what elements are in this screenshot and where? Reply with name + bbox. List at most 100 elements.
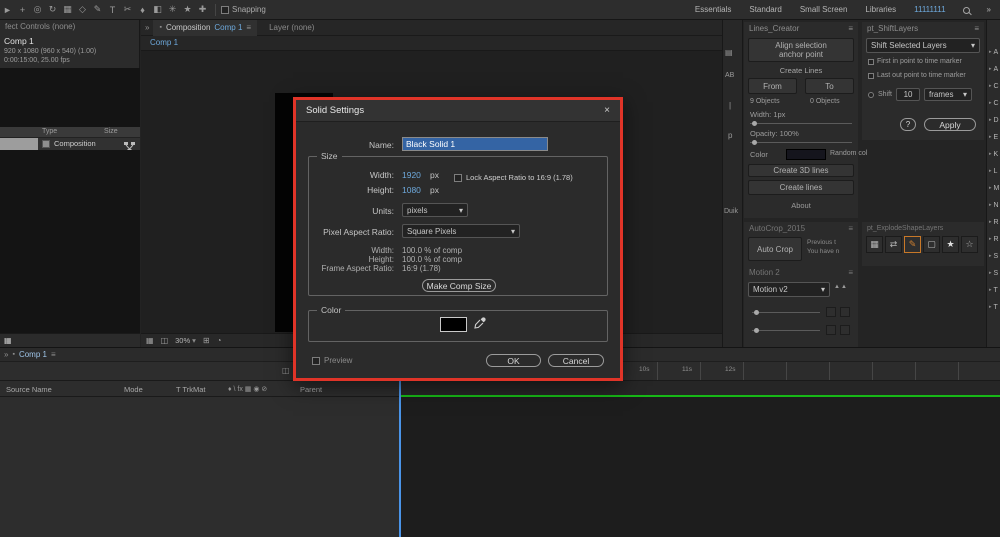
panel-menu-icon[interactable]: ≡ <box>848 224 853 233</box>
workspace-small-screen[interactable]: Small Screen <box>791 5 857 14</box>
mini-button[interactable] <box>840 307 850 317</box>
shift-value-input[interactable]: 10 <box>896 88 921 101</box>
tool-brush-icon[interactable]: ♦ <box>135 2 150 18</box>
rail-tab[interactable]: ▸ S <box>987 269 1000 277</box>
shift-unit-dropdown[interactable]: frames ▾ <box>924 88 973 101</box>
snapshot-icon[interactable]: ◫ <box>161 336 169 345</box>
motion-title[interactable]: Motion 2 <box>749 268 780 277</box>
grid-guides-icon[interactable]: ⊞ <box>203 336 210 345</box>
units-dropdown[interactable]: pixels ▾ <box>402 203 468 217</box>
lines-creator-title[interactable]: Lines_Creator <box>749 24 799 33</box>
playhead-line[interactable] <box>399 374 401 537</box>
motion-slider-2[interactable] <box>752 328 820 333</box>
create-lines-button[interactable]: Create lines <box>748 180 854 195</box>
shift-layers-title[interactable]: pt_ShiftLayers <box>867 24 918 33</box>
from-button[interactable]: From <box>748 78 797 94</box>
effect-controls-comp-name[interactable]: Comp 1 <box>4 36 34 46</box>
tool-roto-brush-icon[interactable]: ✳ <box>165 2 180 18</box>
panel-menu-icon[interactable]: ≡ <box>974 24 979 33</box>
workspace-libraries[interactable]: Libraries <box>856 5 905 14</box>
to-button[interactable]: To <box>805 78 854 94</box>
width-value[interactable]: 1920 <box>402 170 421 180</box>
apply-button[interactable]: Apply <box>924 118 976 131</box>
layer-track-area[interactable] <box>400 397 1000 537</box>
rail-tab[interactable]: ▸ L <box>987 167 1000 175</box>
tool-puppet-icon[interactable]: ✚ <box>195 2 210 18</box>
help-button[interactable]: ? <box>900 118 916 131</box>
dialog-title-bar[interactable]: Solid Settings × <box>296 100 620 122</box>
rail-tab[interactable]: ▸ N <box>987 201 1000 209</box>
column-parent[interactable]: Parent <box>300 385 322 394</box>
shift-mode-dropdown[interactable]: Shift Selected Layers ▾ <box>866 38 980 53</box>
pen-tool-icon[interactable]: ✎ <box>904 236 921 253</box>
star-outline-icon[interactable]: ☆ <box>961 236 978 253</box>
tab-layer[interactable]: Layer (none) <box>257 23 326 32</box>
rail-tab[interactable]: ▸ D <box>987 116 1000 124</box>
first-in-point-option[interactable]: First in point to time marker <box>868 58 962 65</box>
comp-marker-icon[interactable]: ◫ <box>282 366 290 375</box>
explode-layers-icon[interactable]: ▦ <box>866 236 883 253</box>
preview-row[interactable]: Preview <box>312 356 352 365</box>
tool-scissors-icon[interactable]: ✂ <box>120 2 135 18</box>
rail-tab[interactable]: ▸ T <box>987 303 1000 311</box>
mini-button[interactable] <box>826 307 836 317</box>
dock-tab-ab[interactable]: AB <box>725 64 741 79</box>
name-input[interactable] <box>402 137 548 151</box>
color-swatch[interactable] <box>440 317 467 332</box>
tool-zoom-icon[interactable]: ◎ <box>30 2 45 18</box>
rail-tab[interactable]: ▸ T <box>987 286 1000 294</box>
column-trkmat[interactable]: T TrkMat <box>176 385 205 394</box>
pixel-aspect-ratio-dropdown[interactable]: Square Pixels ▾ <box>402 224 520 238</box>
square-icon[interactable]: ▢ <box>923 236 940 253</box>
tab-overflow-chevrons[interactable]: » <box>141 23 153 32</box>
workspace-search-icon[interactable] <box>955 1 978 19</box>
line-width-slider[interactable] <box>750 121 852 126</box>
cancel-button[interactable]: Cancel <box>548 354 604 367</box>
auto-crop-button[interactable]: Auto Crop <box>748 237 802 261</box>
eyedropper-icon[interactable] <box>474 316 486 334</box>
tool-pan-behind-icon[interactable]: ◇ <box>75 2 90 18</box>
about-button[interactable]: About <box>744 201 858 210</box>
workspace-overflow-icon[interactable]: » <box>978 5 1000 14</box>
dock-tab-p[interactable]: p <box>728 125 744 140</box>
panel-menu-icon[interactable]: ≡ <box>848 24 853 33</box>
line-color-swatch[interactable] <box>786 149 826 160</box>
magnification-dropdown[interactable]: 30% ▾ <box>175 336 196 345</box>
always-preview-icon[interactable]: ▦ <box>146 336 154 345</box>
dock-tab-duik[interactable]: Duik <box>724 200 744 215</box>
shift-radio[interactable] <box>868 91 874 98</box>
random-color-label[interactable]: Random col <box>830 150 867 157</box>
tab-menu-icon[interactable]: ≡ <box>51 350 56 359</box>
align-selection-button[interactable]: Align selection anchor point <box>748 38 854 62</box>
workspace-essentials[interactable]: Essentials <box>686 5 740 14</box>
tab-overflow-chevrons[interactable]: » <box>4 350 8 359</box>
resolution-icon[interactable]: ◔ <box>217 336 222 345</box>
rail-tab[interactable]: ▸ M <box>987 184 1000 192</box>
explode-title[interactable]: pt_ExplodeShapeLayers <box>867 225 943 232</box>
make-comp-size-button[interactable]: Make Comp Size <box>422 279 496 292</box>
rail-tab[interactable]: ▸ R <box>987 218 1000 226</box>
tool-pen-icon[interactable]: ✎ <box>90 2 105 18</box>
rail-tab[interactable]: ▸ C <box>987 82 1000 90</box>
rail-tab[interactable]: ▸ K <box>987 150 1000 158</box>
mini-button[interactable] <box>840 325 850 335</box>
rail-tab[interactable]: ▸ E <box>987 133 1000 141</box>
work-area-bar[interactable] <box>400 395 1000 397</box>
rail-tab[interactable]: ▸ R <box>987 235 1000 243</box>
motion-version-dropdown[interactable]: Motion v2 ▾ <box>748 282 830 297</box>
ok-button[interactable]: OK <box>486 354 541 367</box>
close-icon[interactable]: × <box>604 105 610 116</box>
composition-color-swatch[interactable] <box>42 140 50 148</box>
autocrop-title[interactable]: AutoCrop_2015 <box>749 224 805 233</box>
mountains-icon[interactable]: ▲▲ <box>834 284 848 290</box>
workspace-custom[interactable]: 11111111 <box>905 5 954 14</box>
rail-tab[interactable]: ▸ A <box>987 48 1000 56</box>
layer-switches-icons[interactable]: ♦ \ fx ▦ ◉ ⊘ <box>228 385 267 393</box>
mini-button[interactable] <box>826 325 836 335</box>
tool-rotate-icon[interactable]: ↻ <box>45 2 60 18</box>
last-out-point-option[interactable]: Last out point to time marker <box>868 72 966 79</box>
line-opacity-slider[interactable] <box>750 140 852 145</box>
dock-tab-bar[interactable]: | <box>729 95 745 110</box>
dock-tab-effects[interactable]: ▤ <box>725 42 741 57</box>
effect-controls-title[interactable]: fect Controls (none) <box>5 22 75 31</box>
